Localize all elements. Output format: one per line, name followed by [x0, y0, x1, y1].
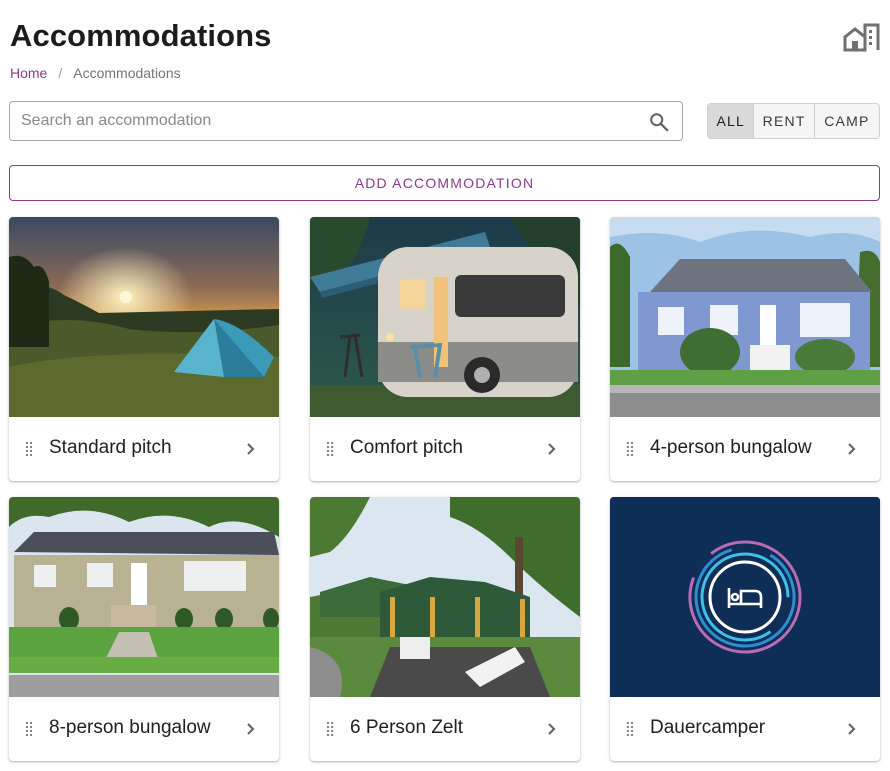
card-footer: 4-person bungalow [610, 417, 880, 481]
add-accommodation-button[interactable]: ADD ACCOMMODATION [9, 165, 880, 201]
breadcrumb-separator: / [58, 65, 63, 81]
card-title: Standard pitch [49, 437, 172, 458]
chevron-right-icon[interactable] [244, 441, 258, 457]
chevron-right-icon[interactable] [845, 721, 859, 737]
chevron-right-icon[interactable] [545, 721, 559, 737]
accommodation-card-standard-pitch[interactable]: Standard pitch [9, 217, 279, 481]
blue-house-photo [610, 217, 880, 417]
card-footer: 8-person bungalow [9, 697, 279, 761]
filter-all-button[interactable]: ALL [708, 104, 755, 138]
search-icon[interactable] [648, 111, 670, 133]
caravan-awning-photo [310, 217, 580, 417]
breadcrumb-home-link[interactable]: Home [10, 65, 47, 81]
card-footer: Standard pitch [9, 417, 279, 481]
accommodation-card-8-person-bungalow[interactable]: 8-person bungalow [9, 497, 279, 761]
drag-handle-icon[interactable] [25, 721, 33, 737]
card-footer: Comfort pitch [310, 417, 580, 481]
house-building-icon [843, 23, 880, 52]
breadcrumb: Home / Accommodations [10, 65, 181, 81]
accommodation-card-4-person-bungalow[interactable]: 4-person bungalow [610, 217, 880, 481]
accommodation-type-filter: ALL RENT CAMP [707, 103, 880, 139]
filter-rent-button[interactable]: RENT [754, 104, 815, 138]
page-title: Accommodations [10, 18, 272, 53]
drag-handle-icon[interactable] [25, 441, 33, 457]
card-title: 4-person bungalow [650, 437, 812, 458]
drag-handle-icon[interactable] [326, 721, 334, 737]
filter-camp-button[interactable]: CAMP [815, 104, 879, 138]
chevron-right-icon[interactable] [545, 441, 559, 457]
card-title: 8-person bungalow [49, 717, 211, 738]
card-title: Comfort pitch [350, 437, 463, 458]
card-title: 6 Person Zelt [350, 717, 463, 738]
card-footer: 6 Person Zelt [310, 697, 580, 761]
bed-logo-placeholder [610, 497, 880, 697]
drag-handle-icon[interactable] [626, 721, 634, 737]
chevron-right-icon[interactable] [845, 441, 859, 457]
chevron-right-icon[interactable] [244, 721, 258, 737]
breadcrumb-current: Accommodations [73, 65, 181, 81]
accommodation-card-comfort-pitch[interactable]: Comfort pitch [310, 217, 580, 481]
search-field[interactable] [9, 101, 683, 141]
drag-handle-icon[interactable] [626, 441, 634, 457]
drag-handle-icon[interactable] [326, 441, 334, 457]
sunset-tent-photo [9, 217, 279, 417]
accommodation-card-6-person-zelt[interactable]: 6 Person Zelt [310, 497, 580, 761]
beige-house-photo [9, 497, 279, 697]
card-footer: Dauercamper [610, 697, 880, 761]
accommodation-card-dauercamper[interactable]: Dauercamper [610, 497, 880, 761]
green-tents-photo [310, 497, 580, 697]
search-input[interactable] [21, 102, 631, 140]
card-title: Dauercamper [650, 717, 766, 738]
